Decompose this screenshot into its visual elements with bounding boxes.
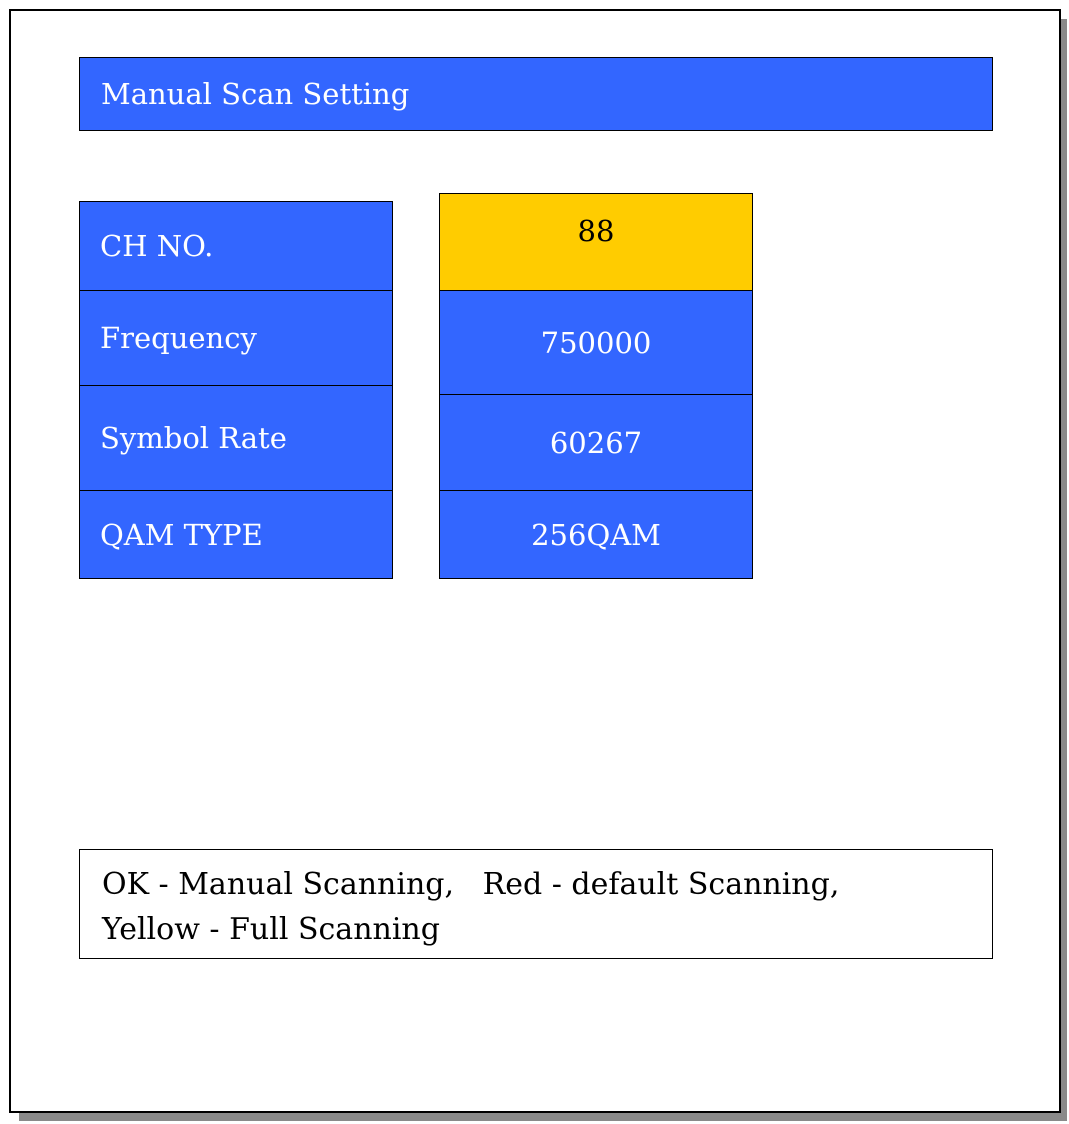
- qam-type-field[interactable]: 256QAM: [439, 490, 753, 579]
- setting-label-channel: CH NO.: [79, 201, 393, 291]
- screen: Manual Scan Setting CH NO. Frequency Sym…: [0, 0, 1069, 1124]
- frequency-field[interactable]: 750000: [439, 290, 753, 395]
- setting-value-text: 60267: [549, 425, 643, 460]
- setting-label-frequency: Frequency: [79, 290, 393, 386]
- setting-label-qam-type: QAM TYPE: [79, 490, 393, 579]
- setting-value-text: 256QAM: [531, 517, 661, 552]
- setting-label-text: Symbol Rate: [100, 421, 287, 455]
- key-help-line: Yellow - Full Scanning: [102, 912, 440, 947]
- key-help-box: OK - Manual Scanning, Red - default Scan…: [79, 849, 993, 959]
- key-help-line: OK - Manual Scanning, Red - default Scan…: [102, 867, 840, 902]
- setting-label-text: QAM TYPE: [100, 517, 263, 552]
- setting-value-text: 88: [577, 214, 615, 248]
- setting-label-symbol-rate: Symbol Rate: [79, 385, 393, 491]
- setting-label-text: Frequency: [100, 321, 257, 355]
- channel-number-field[interactable]: 88: [439, 193, 753, 291]
- setting-label-text: CH NO.: [100, 229, 214, 263]
- setting-value-text: 750000: [540, 325, 652, 360]
- page-title: Manual Scan Setting: [79, 57, 993, 131]
- symbol-rate-field[interactable]: 60267: [439, 394, 753, 491]
